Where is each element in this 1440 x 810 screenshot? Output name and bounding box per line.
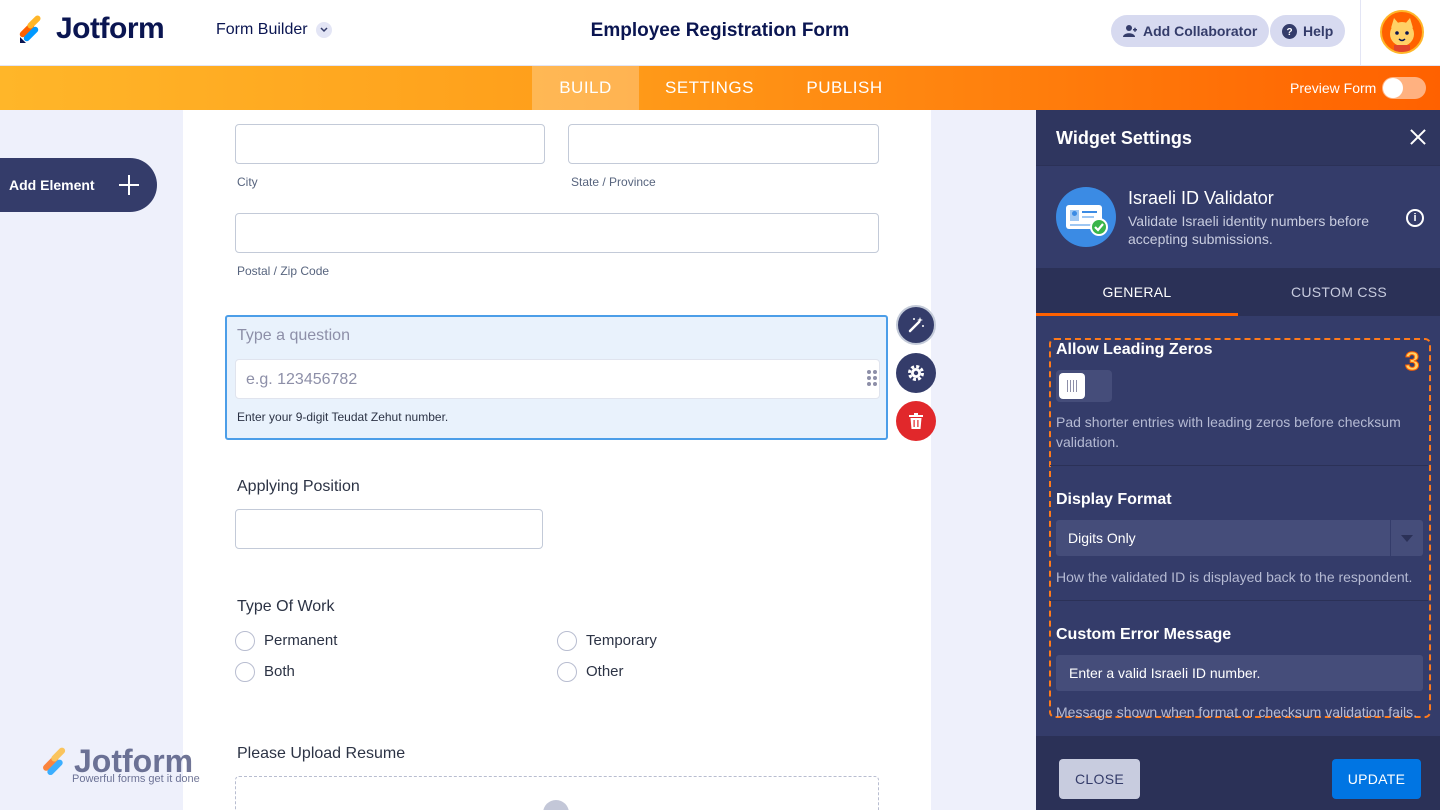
applying-position-input[interactable] [235, 509, 543, 549]
radio-temporary[interactable] [557, 631, 577, 651]
help-button[interactable]: ? Help [1270, 15, 1346, 47]
city-input[interactable] [235, 124, 545, 164]
add-element-label: Add Element [9, 177, 95, 193]
chevron-down-icon [315, 22, 332, 38]
israeli-id-input[interactable]: e.g. 123456782 [235, 359, 880, 399]
leading-zeros-title: Allow Leading Zeros [1056, 341, 1213, 358]
applying-position-label: Applying Position [237, 478, 360, 495]
user-avatar-icon [1390, 18, 1414, 52]
help-icon: ? [1282, 23, 1297, 39]
jotform-logo-icon [19, 15, 41, 43]
magic-wand-icon [908, 317, 924, 333]
city-sublabel: City [237, 175, 258, 189]
jotform-logo[interactable]: Jotform [16, 12, 165, 46]
panel-footer: CLOSE UPDATE [1036, 736, 1440, 810]
drag-handle-icon[interactable] [867, 370, 877, 386]
form-builder-menu[interactable]: Form Builder [216, 21, 332, 39]
watermark-logo-icon [43, 747, 66, 776]
radio-other[interactable] [557, 662, 577, 682]
tab-publish[interactable]: PUBLISH [794, 66, 895, 110]
help-label: Help [1303, 23, 1334, 39]
id-card-icon [1056, 187, 1116, 247]
close-button[interactable]: CLOSE [1059, 759, 1140, 799]
caret-down-icon [1401, 535, 1413, 542]
preview-form-toggle[interactable] [1382, 77, 1426, 99]
zip-input[interactable] [235, 213, 879, 253]
close-icon[interactable] [1410, 129, 1426, 145]
display-format-title: Display Format [1056, 491, 1172, 508]
type-of-work-label: Type Of Work [237, 598, 335, 615]
update-button[interactable]: UPDATE [1332, 759, 1421, 799]
select-divider [1390, 520, 1391, 556]
question-help-text[interactable]: Enter your 9-digit Teudat Zehut number. [237, 410, 448, 424]
delete-field-button[interactable] [896, 401, 936, 441]
add-collaborator-button[interactable]: Add Collaborator [1111, 15, 1270, 47]
svg-text:?: ? [1286, 27, 1292, 38]
zip-sublabel: Postal / Zip Code [237, 264, 330, 278]
magic-wand-button[interactable] [896, 305, 936, 345]
upload-resume-label: Please Upload Resume [237, 745, 406, 762]
tab-general[interactable]: GENERAL [1036, 268, 1238, 316]
panel-tabs: GENERAL CUSTOM CSS [1036, 268, 1440, 316]
display-format-value: Digits Only [1068, 530, 1136, 546]
radio-label-permanent[interactable]: Permanent [264, 632, 337, 649]
display-format-desc: How the validated ID is displayed back t… [1056, 569, 1413, 585]
error-message-title: Custom Error Message [1056, 626, 1232, 643]
form-builder-label: Form Builder [216, 21, 308, 38]
question-label[interactable]: Type a question [237, 327, 350, 345]
watermark-tagline: Powerful forms get it done [72, 773, 200, 785]
radio-label-both[interactable]: Both [264, 663, 295, 680]
toggle-knob [1383, 78, 1403, 98]
widget-info: Israeli ID Validator Validate Israeli id… [1036, 166, 1440, 268]
state-sublabel: State / Province [571, 175, 656, 189]
radio-label-temporary[interactable]: Temporary [586, 632, 657, 649]
widget-settings-panel: Widget Settings Israeli ID Validator Val… [1036, 110, 1440, 810]
leading-zeros-toggle[interactable] [1056, 370, 1112, 402]
trash-icon [909, 413, 923, 429]
error-message-desc: Message shown when format or checksum va… [1056, 704, 1418, 720]
leading-zeros-desc: Pad shorter entries with leading zeros b… [1056, 414, 1401, 450]
state-input[interactable] [568, 124, 879, 164]
tab-settings[interactable]: SETTINGS [653, 66, 766, 110]
widget-description: Validate Israeli identity numbers before… [1128, 213, 1369, 247]
add-user-icon [1123, 25, 1137, 37]
logo-wordmark: Jotform [56, 12, 165, 45]
info-icon[interactable]: i [1406, 209, 1424, 227]
field-settings-button[interactable] [896, 353, 936, 393]
add-collaborator-label: Add Collaborator [1143, 23, 1258, 39]
step-badge: 3 [1404, 346, 1420, 377]
settings-divider [1050, 465, 1428, 466]
radio-both[interactable] [235, 662, 255, 682]
gear-icon [908, 365, 924, 381]
panel-title: Widget Settings [1056, 128, 1192, 148]
panel-header: Widget Settings [1036, 110, 1440, 166]
top-header: Jotform Form Builder Employee Registrati… [0, 0, 1440, 66]
tab-custom-css[interactable]: CUSTOM CSS [1238, 268, 1440, 316]
error-message-input[interactable]: Enter a valid Israeli ID number. [1056, 655, 1423, 691]
display-format-select[interactable]: Digits Only [1056, 520, 1423, 556]
selected-question-field[interactable]: Type a question e.g. 123456782 Enter you… [225, 315, 888, 440]
builder-navbar: BUILD SETTINGS PUBLISH Preview Form [0, 66, 1440, 110]
radio-label-other[interactable]: Other [586, 663, 624, 680]
toggle-knob [1059, 373, 1085, 399]
preview-form-label: Preview Form [1290, 80, 1377, 96]
general-settings: 3 Allow Leading Zeros Pad shorter entrie… [1036, 316, 1440, 736]
radio-permanent[interactable] [235, 631, 255, 651]
add-element-button[interactable]: Add Element [0, 158, 157, 212]
plus-icon [119, 175, 139, 195]
settings-divider [1050, 600, 1428, 601]
avatar[interactable] [1380, 10, 1424, 54]
widget-name: Israeli ID Validator [1128, 188, 1274, 208]
header-divider [1360, 0, 1361, 66]
tab-build[interactable]: BUILD [532, 66, 639, 110]
